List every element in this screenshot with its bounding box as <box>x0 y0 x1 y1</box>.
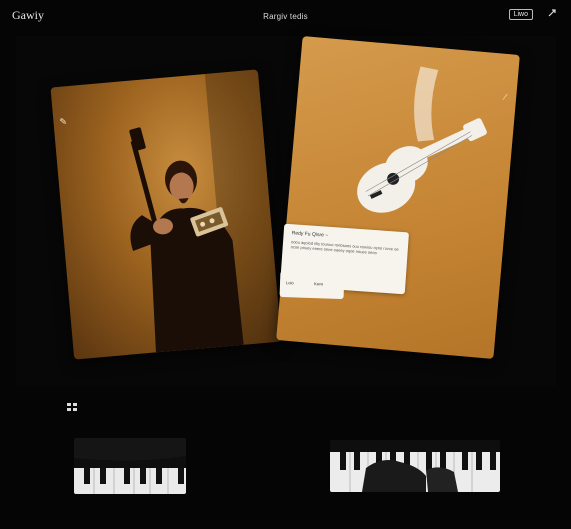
illustration-card-guitar[interactable]: ⁄ <box>276 36 520 359</box>
popup-text: ooou aqoiod riliy tounuo rortosoos ouu c… <box>290 239 399 256</box>
top-bar: Gawiy Rargiv tedis Liwo <box>0 0 571 34</box>
piano-hands-image <box>330 452 500 492</box>
pencil-icon[interactable]: ✎ <box>59 116 67 128</box>
page-title: Rargiv tedis <box>263 12 308 21</box>
grid-icon[interactable] <box>66 402 78 412</box>
popup-left-button[interactable]: Loio <box>286 280 294 285</box>
popup-title: Redy Fu Qisre ~ <box>291 230 329 239</box>
top-action-button[interactable]: Liwo <box>508 9 533 20</box>
popup-action-bar: Loio Kavo <box>279 270 345 300</box>
guitarist-photo <box>129 69 282 353</box>
piano-thumbnail-left[interactable] <box>74 438 186 494</box>
piano-keys-image <box>74 438 186 494</box>
popup-right-button[interactable]: Kavo <box>314 281 323 286</box>
piano-thumbnail-right[interactable] <box>330 440 500 492</box>
share-icon[interactable] <box>547 8 557 18</box>
guitar-illustration <box>357 66 487 213</box>
photo-card-guitarist[interactable]: ✎ <box>50 69 282 360</box>
